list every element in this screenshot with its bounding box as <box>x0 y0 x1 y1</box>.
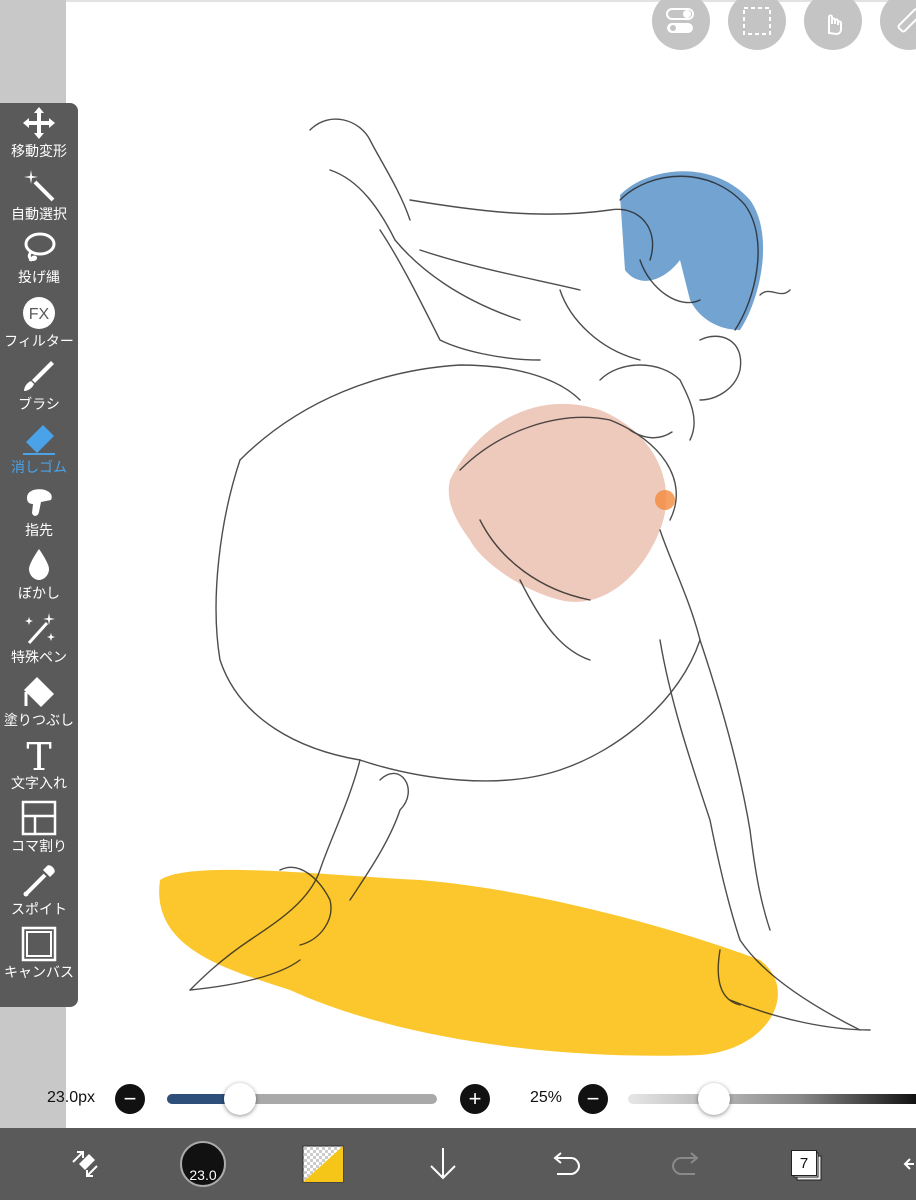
touch-icon <box>828 14 842 36</box>
brush-size-preview-text: 23.0 <box>189 1167 217 1183</box>
eyedropper-icon <box>20 863 58 899</box>
redo-icon <box>671 1152 699 1175</box>
tool-label: 特殊ペン <box>11 648 67 665</box>
opacity-label: 25% <box>530 1089 563 1106</box>
brush-icon <box>20 358 58 394</box>
opacity-slider[interactable] <box>628 1094 916 1104</box>
size-increase-button[interactable]: + <box>460 1084 490 1114</box>
layer-count: 7 <box>791 1150 817 1176</box>
tool-auto-select[interactable]: 自動選択 <box>0 166 78 229</box>
lasso-icon <box>20 231 58 267</box>
sketch-artwork <box>159 118 871 1056</box>
fill-bucket-icon <box>20 674 58 710</box>
back-arrow-icon <box>903 1158 914 1170</box>
move-transform-icon <box>20 105 58 141</box>
color-button[interactable] <box>298 1128 348 1200</box>
text-icon: T <box>20 737 58 773</box>
tool-label: スポイト <box>11 901 67 918</box>
color-swatch-icon <box>302 1145 344 1183</box>
bottom-bar: 23.0 7 <box>0 1128 916 1200</box>
svg-text:T: T <box>26 737 51 773</box>
left-toolbar: 移動変形 自動選択 投げ縄 FX フィルター ブラシ 消しゴム 指先 ぼかし 特… <box>0 103 78 1007</box>
tool-filter[interactable]: FX フィルター <box>0 293 78 356</box>
tool-label: 移動変形 <box>11 143 67 159</box>
tool-label: キャンバス <box>4 964 74 981</box>
tool-blur[interactable]: ぼかし <box>0 545 78 608</box>
brush-size-label: 23.0px <box>47 1089 96 1106</box>
tool-label: 指先 <box>25 522 53 539</box>
tool-label: ぼかし <box>18 585 60 602</box>
layers-button[interactable]: 7 <box>782 1128 828 1200</box>
download-button[interactable] <box>420 1128 466 1200</box>
magic-wand-icon <box>20 168 58 204</box>
back-button[interactable] <box>900 1128 916 1200</box>
toggle-button[interactable] <box>652 0 710 50</box>
tool-frame-divider[interactable]: コマ割り <box>0 798 78 861</box>
selection-button[interactable] <box>728 0 786 50</box>
redo-button[interactable] <box>664 1128 710 1200</box>
opacity-decrease-button[interactable]: − <box>578 1084 608 1114</box>
special-pen-icon <box>20 611 58 647</box>
tool-label: 塗りつぶし <box>3 711 75 728</box>
brush-slider-row: 23.0px − + 25% − <box>0 1080 916 1120</box>
minus-icon: − <box>123 1086 137 1111</box>
brush-size-knob[interactable] <box>223 1083 256 1115</box>
smudge-finger-icon <box>20 484 58 520</box>
tool-eraser[interactable]: 消しゴム <box>0 419 78 482</box>
tool-eyedropper[interactable]: スポイト <box>0 861 78 924</box>
brush-preview-circle: 23.0 <box>180 1141 226 1187</box>
svg-text:FX: FX <box>29 306 50 323</box>
transform-swap-button[interactable] <box>60 1128 110 1200</box>
canvas-icon <box>20 926 58 962</box>
toggle-icon <box>666 8 694 33</box>
tool-canvas[interactable]: キャンバス <box>0 924 78 987</box>
fx-filter-icon: FX <box>20 295 58 331</box>
arrow-down-icon <box>430 1148 456 1180</box>
blur-drop-icon <box>20 547 58 583</box>
tool-brush[interactable]: ブラシ <box>0 356 78 419</box>
undo-icon <box>553 1152 581 1175</box>
tool-label: 消しゴム <box>11 458 67 475</box>
plus-icon: + <box>468 1086 482 1111</box>
undo-button[interactable] <box>542 1128 588 1200</box>
frame-divider-icon <box>20 800 58 836</box>
tool-label: 文字入れ <box>11 774 67 791</box>
tool-label: コマ割り <box>11 838 67 855</box>
minus-icon: − <box>586 1086 600 1111</box>
tool-label: 自動選択 <box>11 206 67 223</box>
ruler-icon <box>897 8 916 33</box>
selection-icon <box>743 7 771 35</box>
brush-size-preview-button[interactable]: 23.0 <box>176 1128 230 1200</box>
tool-label: フィルター <box>4 332 74 349</box>
tool-fill[interactable]: 塗りつぶし <box>0 672 78 735</box>
size-decrease-button[interactable]: − <box>115 1084 145 1114</box>
tool-text[interactable]: T 文字入れ <box>0 735 78 798</box>
tool-label: 投げ縄 <box>18 269 60 286</box>
tool-special-pen[interactable]: 特殊ペン <box>0 609 78 672</box>
opacity-knob[interactable] <box>698 1083 731 1115</box>
tool-lasso[interactable]: 投げ縄 <box>0 229 78 292</box>
tool-label: ブラシ <box>18 395 60 412</box>
touch-button[interactable] <box>804 0 862 50</box>
brush-eraser-swap-icon <box>72 1151 98 1177</box>
tool-smudge[interactable]: 指先 <box>0 482 78 545</box>
ruler-button[interactable] <box>880 0 916 50</box>
eraser-icon <box>20 421 58 457</box>
tool-move-transform[interactable]: 移動変形 <box>0 103 78 166</box>
